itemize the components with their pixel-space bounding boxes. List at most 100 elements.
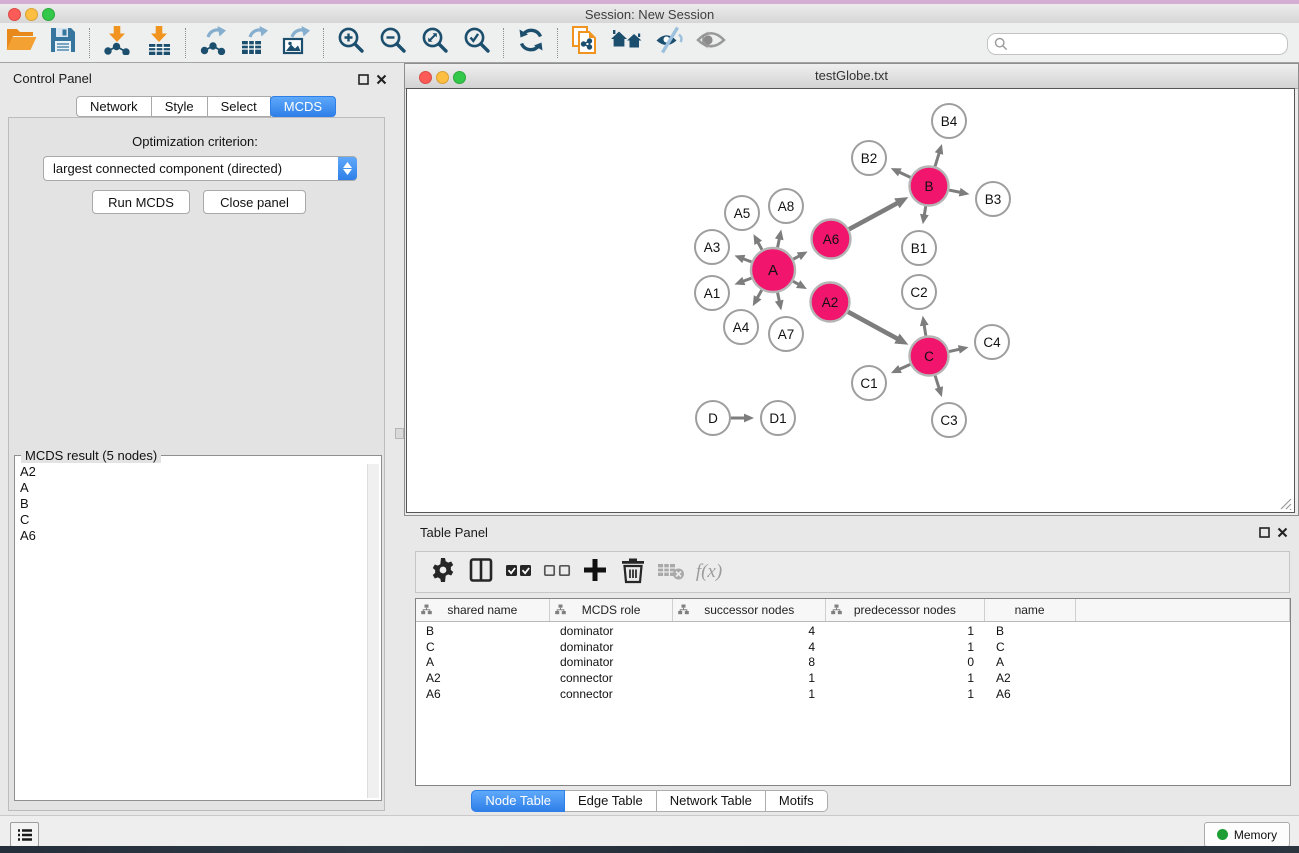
panel-divider-handle[interactable] bbox=[395, 428, 404, 439]
graph-node-B4[interactable]: B4 bbox=[932, 104, 966, 138]
graph-node-A8[interactable]: A8 bbox=[769, 189, 803, 223]
select-all-checkboxes-button[interactable] bbox=[500, 554, 538, 590]
edge-A-A7[interactable] bbox=[775, 293, 784, 311]
graph-node-A[interactable]: A bbox=[751, 248, 795, 292]
run-mcds-button[interactable]: Run MCDS bbox=[92, 190, 190, 214]
column-header-MCDS-role[interactable]: MCDS role bbox=[550, 599, 674, 621]
edge-A-A4[interactable] bbox=[753, 290, 762, 306]
edge-B-B4[interactable] bbox=[935, 144, 943, 166]
result-list-item[interactable]: A6 bbox=[17, 528, 367, 544]
delete-column-button[interactable] bbox=[614, 554, 652, 590]
graph-node-A1[interactable]: A1 bbox=[695, 276, 729, 310]
birds-eye-view-button[interactable] bbox=[690, 25, 732, 61]
graph-node-B2[interactable]: B2 bbox=[852, 141, 886, 175]
graph-node-B[interactable]: B bbox=[910, 167, 949, 206]
close-table-panel-icon[interactable] bbox=[1277, 525, 1288, 543]
table-cell[interactable]: connector bbox=[550, 671, 674, 685]
graph-node-A6[interactable]: A6 bbox=[812, 220, 851, 259]
table-cell[interactable]: dominator bbox=[550, 640, 674, 654]
deselect-all-checkboxes-button[interactable] bbox=[538, 554, 576, 590]
float-table-panel-icon[interactable] bbox=[1259, 525, 1270, 543]
network-window-titlebar[interactable]: testGlobe.txt bbox=[405, 64, 1298, 89]
table-cell[interactable]: 1 bbox=[827, 624, 986, 638]
clone-network-button[interactable] bbox=[564, 25, 606, 61]
zoom-out-button[interactable] bbox=[372, 25, 414, 61]
add-column-button[interactable] bbox=[576, 554, 614, 590]
edge-B-B1[interactable] bbox=[920, 206, 929, 224]
graph-node-B1[interactable]: B1 bbox=[902, 231, 936, 265]
graph-node-A5[interactable]: A5 bbox=[725, 196, 759, 230]
graph-node-B3[interactable]: B3 bbox=[976, 182, 1010, 216]
edge-C-C1[interactable] bbox=[891, 364, 910, 373]
search-input[interactable] bbox=[987, 33, 1288, 55]
table-cell[interactable]: connector bbox=[550, 687, 674, 701]
graph-node-A4[interactable]: A4 bbox=[724, 310, 758, 344]
edge-D-D1[interactable] bbox=[731, 414, 754, 423]
tab-edge-table[interactable]: Edge Table bbox=[565, 790, 657, 812]
result-list-item[interactable]: A2 bbox=[17, 464, 367, 480]
tab-mcds[interactable]: MCDS bbox=[270, 96, 336, 117]
edge-C-C3[interactable] bbox=[935, 376, 943, 398]
function-builder-button[interactable]: f(x) bbox=[690, 554, 728, 590]
graph-node-C1[interactable]: C1 bbox=[852, 366, 886, 400]
table-row[interactable]: A2connector11A2 bbox=[416, 670, 1290, 686]
tab-network[interactable]: Network bbox=[76, 96, 152, 117]
toggle-columns-button[interactable] bbox=[462, 554, 500, 590]
table-cell[interactable]: A6 bbox=[986, 687, 1077, 701]
result-list-item[interactable]: A bbox=[17, 480, 367, 496]
result-list-item[interactable]: C bbox=[17, 512, 367, 528]
edge-C-C4[interactable] bbox=[949, 345, 969, 354]
table-cell[interactable]: 1 bbox=[674, 671, 827, 685]
delete-table-button[interactable] bbox=[652, 554, 690, 590]
graph-node-C[interactable]: C bbox=[910, 337, 949, 376]
graph-node-A2[interactable]: A2 bbox=[811, 283, 850, 322]
table-cell[interactable]: 0 bbox=[827, 655, 986, 669]
column-header-shared-name[interactable]: shared name bbox=[416, 599, 550, 621]
table-cell[interactable]: dominator bbox=[550, 624, 674, 638]
resize-grip-icon[interactable] bbox=[1278, 496, 1292, 510]
criterion-dropdown[interactable]: largest connected component (directed) bbox=[43, 156, 357, 181]
column-header-empty[interactable] bbox=[1076, 599, 1291, 621]
edge-A-A2[interactable] bbox=[793, 280, 807, 289]
close-panel-button[interactable]: Close panel bbox=[203, 190, 306, 214]
graph-node-D[interactable]: D bbox=[696, 401, 730, 435]
zoom-in-button[interactable] bbox=[330, 25, 372, 61]
network-canvas[interactable]: AA1A2A3A4A5A6A7A8BB1B2B3B4CC1C2C3C4DD1 bbox=[406, 88, 1295, 513]
table-cell[interactable]: A bbox=[986, 655, 1077, 669]
edge-A-A1[interactable] bbox=[734, 277, 751, 285]
table-cell[interactable]: C bbox=[986, 640, 1077, 654]
edge-B-B2[interactable] bbox=[891, 168, 911, 177]
table-cell[interactable]: 4 bbox=[674, 624, 827, 638]
tab-select[interactable]: Select bbox=[208, 96, 271, 117]
table-cell[interactable]: B bbox=[986, 624, 1077, 638]
edge-A-A3[interactable] bbox=[734, 255, 751, 263]
graph-node-A3[interactable]: A3 bbox=[695, 230, 729, 264]
tab-motifs[interactable]: Motifs bbox=[766, 790, 828, 812]
graph-node-C4[interactable]: C4 bbox=[975, 325, 1009, 359]
hide-graphics-details-button[interactable] bbox=[648, 25, 690, 61]
table-cell[interactable]: 1 bbox=[827, 640, 986, 654]
edge-A2-C[interactable] bbox=[848, 312, 908, 345]
import-network-button[interactable] bbox=[96, 25, 138, 61]
edge-B-B3[interactable] bbox=[949, 188, 969, 197]
home-network-button[interactable] bbox=[606, 25, 648, 61]
memory-button[interactable]: Memory bbox=[1204, 822, 1290, 847]
edge-A6-B[interactable] bbox=[849, 197, 908, 229]
close-panel-icon[interactable] bbox=[376, 72, 387, 90]
table-row[interactable]: Cdominator41C bbox=[416, 639, 1290, 655]
task-history-button[interactable] bbox=[10, 822, 39, 847]
result-list-item[interactable]: B bbox=[17, 496, 367, 512]
edge-A-A6[interactable] bbox=[793, 251, 807, 260]
graph-node-C2[interactable]: C2 bbox=[902, 275, 936, 309]
float-panel-icon[interactable] bbox=[358, 72, 369, 90]
table-cell[interactable]: A2 bbox=[986, 671, 1077, 685]
table-cell[interactable]: 1 bbox=[827, 671, 986, 685]
table-cell[interactable]: A6 bbox=[416, 687, 550, 701]
graph-node-C3[interactable]: C3 bbox=[932, 403, 966, 437]
table-row[interactable]: A6connector11A6 bbox=[416, 686, 1290, 702]
table-cell[interactable]: C bbox=[416, 640, 550, 654]
import-table-button[interactable] bbox=[138, 25, 180, 61]
table-cell[interactable]: 8 bbox=[674, 655, 827, 669]
table-row[interactable]: Adominator80A bbox=[416, 654, 1290, 670]
table-cell[interactable]: A2 bbox=[416, 671, 550, 685]
